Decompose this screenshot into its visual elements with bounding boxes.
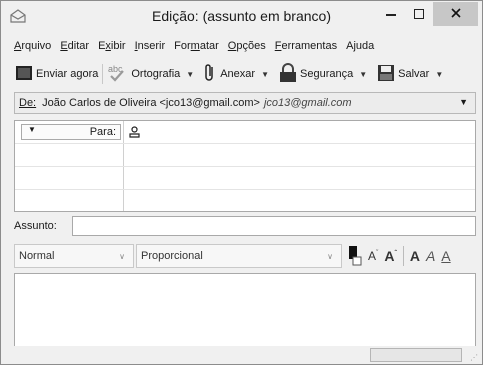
from-account: jco13@gmail.com: [263, 97, 352, 109]
minimize-button[interactable]: [377, 2, 405, 26]
menu-inserir[interactable]: Inserir: [135, 40, 166, 56]
from-label: De:: [19, 97, 37, 109]
attach-button[interactable]: Anexar ▼: [204, 62, 269, 86]
subject-label: Assunto:: [14, 220, 57, 232]
font-select[interactable]: Proporcional ∨: [136, 244, 342, 268]
recipient-row[interactable]: [15, 190, 475, 213]
status-progress-bar: [370, 348, 462, 362]
underline-icon[interactable]: A: [441, 248, 450, 264]
spellcheck-icon: abc: [107, 63, 129, 86]
close-button[interactable]: [433, 2, 478, 26]
spelling-label: Ortografia: [131, 68, 181, 80]
status-bar: ⋰: [1, 346, 482, 364]
from-value: João Carlos de Oliveira <jco13@gmail.com…: [42, 97, 260, 109]
toolbar-separator: [102, 64, 104, 84]
close-icon: [450, 7, 461, 21]
security-button[interactable]: Segurança ▼: [279, 62, 367, 86]
decrease-font-icon[interactable]: Aˇ: [368, 249, 378, 263]
format-toolbar: Normal ∨ Proporcional ∨ Aˇ Aˆ A A A: [14, 241, 483, 271]
recipient-row[interactable]: [15, 167, 475, 190]
recipient-row[interactable]: [15, 144, 475, 167]
format-separator: [402, 246, 404, 266]
save-label: Salvar: [398, 68, 430, 80]
chevron-down-icon[interactable]: ▼: [435, 70, 443, 79]
paragraph-format-value: Normal: [19, 250, 55, 262]
text-color-icon[interactable]: [348, 245, 362, 267]
menu-arquivo[interactable]: Arquivo: [14, 40, 51, 56]
recipients-grid: ▼ Para:: [14, 120, 476, 212]
chevron-down-icon: ▼: [28, 125, 36, 134]
paragraph-format-select[interactable]: Normal ∨: [14, 244, 134, 268]
chevron-down-icon[interactable]: ▼: [261, 70, 269, 79]
chevron-down-icon[interactable]: ▼: [186, 70, 194, 79]
attach-label: Anexar: [220, 68, 256, 80]
subject-input[interactable]: [72, 216, 476, 236]
chevron-down-icon: ∨: [119, 252, 125, 261]
menu-editar[interactable]: Editar: [60, 40, 89, 56]
chevron-down-icon: ∨: [327, 252, 333, 261]
chevron-down-icon[interactable]: ▼: [359, 70, 367, 79]
send-now-button[interactable]: Enviar agora: [15, 62, 98, 86]
save-disk-icon: [377, 64, 395, 85]
recipient-row[interactable]: ▼ Para:: [15, 121, 475, 144]
italic-icon[interactable]: A: [426, 248, 435, 264]
message-body-editor[interactable]: [14, 273, 476, 347]
menu-bar: Arquivo Editar Exibir Inserir Formatar Opções…: [14, 40, 383, 56]
resize-grip-icon[interactable]: ⋰: [470, 353, 478, 362]
increase-font-icon[interactable]: Aˆ: [384, 248, 396, 264]
maximize-button[interactable]: [405, 2, 433, 26]
compose-window: Edição: (assunto em branco) Arquivo Edita…: [0, 0, 483, 365]
font-value: Proporcional: [141, 250, 203, 262]
spelling-button[interactable]: abc Ortografia ▼: [107, 62, 194, 86]
bold-icon[interactable]: A: [410, 248, 420, 264]
send-icon: [15, 64, 33, 85]
chevron-down-icon[interactable]: ▼: [459, 97, 468, 107]
toolbar: Enviar agora abc Ortografia ▼ Anexar ▼ S…: [15, 61, 443, 87]
menu-ferramentas[interactable]: Ferramentas: [275, 40, 337, 56]
title-bar[interactable]: Edição: (assunto em branco): [1, 1, 482, 33]
address-book-icon[interactable]: [129, 126, 140, 141]
security-label: Segurança: [300, 68, 354, 80]
menu-opções[interactable]: Opções: [228, 40, 266, 56]
recipient-type-select[interactable]: ▼ Para:: [21, 124, 121, 140]
from-selector[interactable]: De: João Carlos de Oliveira <jco13@gmail…: [14, 92, 476, 114]
paperclip-icon: [204, 63, 216, 86]
subject-row: Assunto:: [14, 216, 476, 236]
format-tools: Aˇ Aˆ A A A: [348, 245, 451, 267]
save-button[interactable]: Salvar ▼: [377, 62, 443, 86]
menu-formatar[interactable]: Formatar: [174, 40, 219, 56]
lock-icon: [279, 62, 297, 86]
send-now-label: Enviar agora: [36, 68, 99, 80]
menu-ajuda[interactable]: Ajuda: [346, 40, 374, 56]
menu-exibir[interactable]: Exibir: [98, 40, 126, 56]
recipient-type-label: Para:: [89, 126, 116, 138]
